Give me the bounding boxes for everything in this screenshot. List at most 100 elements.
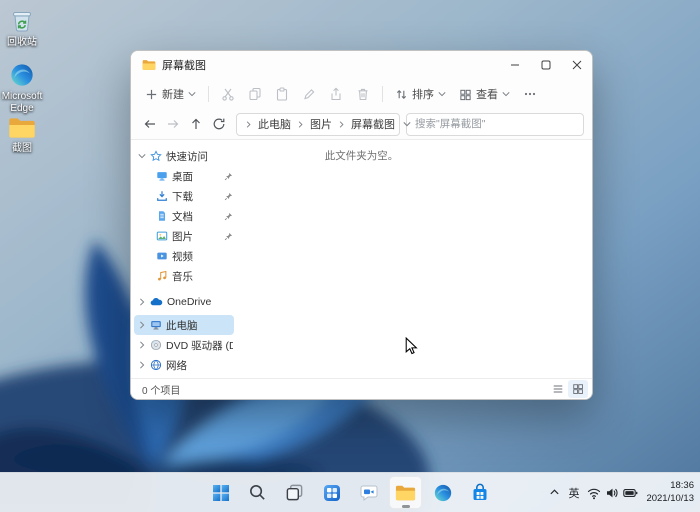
desktop-icon-label: Microsoft Edge [0, 91, 50, 114]
videos-icon [156, 250, 168, 262]
sidebar-item-documents[interactable]: 文档 [131, 206, 237, 226]
forward-arrow-icon [166, 117, 180, 131]
quick-settings-button[interactable] [587, 486, 638, 500]
cut-button[interactable] [215, 82, 241, 106]
address-dropdown-icon[interactable] [403, 120, 411, 128]
sidebar-item-quick-access[interactable]: 快速访问 [131, 146, 237, 166]
copy-button[interactable] [242, 82, 268, 106]
forward-button[interactable] [162, 113, 184, 135]
chevron-expanded-icon[interactable] [138, 152, 146, 160]
back-button[interactable] [139, 113, 161, 135]
language-indicator[interactable]: 英 [568, 485, 579, 501]
desktop-icon-recycle-bin[interactable]: 回收站 [0, 6, 50, 49]
view-button[interactable]: 查看 [453, 82, 516, 106]
breadcrumb-this-pc[interactable]: 此电脑 [254, 116, 295, 132]
rename-button[interactable] [296, 82, 322, 106]
breadcrumb-chevron-icon[interactable] [245, 121, 252, 128]
file-explorer-button[interactable] [389, 476, 422, 509]
sidebar-item-videos[interactable]: 视频 [131, 246, 237, 266]
toolbar-separator [382, 86, 383, 102]
sort-button-label: 排序 [412, 86, 434, 102]
refresh-button[interactable] [208, 113, 230, 135]
copy-icon [248, 87, 262, 101]
sidebar-item-label: 文档 [172, 209, 193, 224]
sidebar-item-label: OneDrive [167, 296, 211, 308]
delete-button[interactable] [350, 82, 376, 106]
sidebar-item-label: 音乐 [172, 269, 193, 284]
breadcrumb-screenshots[interactable]: 屏幕截图 [347, 116, 399, 132]
task-view-icon [285, 483, 304, 502]
up-button[interactable] [185, 113, 207, 135]
breadcrumb-pictures[interactable]: 图片 [306, 116, 336, 132]
share-icon [329, 87, 343, 101]
sidebar-item-music[interactable]: 音乐 [131, 266, 237, 286]
minimize-icon [510, 60, 520, 70]
desktop-icon-label: 截图 [12, 143, 32, 155]
sidebar-item-network[interactable]: 网络 [131, 355, 237, 375]
sidebar-item-pictures[interactable]: 图片 [131, 226, 237, 246]
volume-icon [605, 486, 619, 500]
breadcrumb-chevron-icon[interactable] [297, 121, 304, 128]
onedrive-cloud-icon [150, 297, 163, 307]
status-bar: 0 个项目 [131, 378, 592, 399]
chat-button[interactable] [352, 476, 385, 509]
maximize-button[interactable] [530, 51, 561, 79]
sidebar-item-dvd-drive[interactable]: DVD 驱动器 (D:) C [131, 335, 237, 355]
pin-icon [224, 192, 233, 201]
chevron-down-icon [438, 90, 446, 98]
sidebar-item-label: DVD 驱动器 (D:) C [166, 338, 233, 353]
desktop-icon-edge[interactable]: Microsoft Edge [0, 62, 50, 114]
search-input[interactable] [406, 113, 584, 136]
downloads-icon [156, 190, 168, 202]
pin-icon [224, 232, 233, 241]
breadcrumb-chevron-icon[interactable] [338, 121, 345, 128]
taskbar-search-button[interactable] [241, 476, 274, 509]
chevron-collapsed-icon[interactable] [138, 341, 146, 349]
folder-content-area[interactable] [237, 140, 592, 378]
sort-button[interactable]: 排序 [389, 82, 452, 106]
quick-access-star-icon [150, 150, 162, 162]
window-body: 快速访问 桌面 下载 文档 [131, 140, 592, 378]
wifi-icon [587, 486, 601, 500]
windows-logo-icon [211, 483, 231, 503]
window-titlebar[interactable]: 屏幕截图 [131, 51, 592, 79]
documents-icon [156, 210, 168, 222]
pictures-icon [156, 230, 168, 242]
chevron-collapsed-icon[interactable] [138, 298, 146, 306]
address-bar[interactable]: 此电脑 图片 屏幕截图 [236, 113, 400, 136]
widgets-button[interactable] [315, 476, 348, 509]
close-button[interactable] [561, 51, 592, 79]
this-pc-icon [150, 319, 162, 331]
chat-icon [359, 483, 379, 503]
store-button[interactable] [463, 476, 496, 509]
sidebar-item-label: 网络 [166, 358, 187, 373]
plus-icon [145, 88, 158, 101]
edge-button[interactable] [426, 476, 459, 509]
sidebar-item-downloads[interactable]: 下载 [131, 186, 237, 206]
widgets-icon [322, 483, 342, 503]
taskbar-app-icons [204, 476, 496, 509]
clock[interactable]: 18:36 2021/10/13 [646, 480, 694, 505]
paste-icon [275, 87, 289, 101]
network-icon [150, 359, 162, 371]
maximize-icon [541, 60, 551, 70]
share-button[interactable] [323, 82, 349, 106]
desktop-icon-folder[interactable]: 截图 [0, 116, 50, 155]
chevron-collapsed-icon[interactable] [138, 361, 146, 369]
sidebar-item-onedrive[interactable]: OneDrive [131, 292, 237, 312]
more-options-button[interactable] [517, 82, 543, 106]
details-view-toggle[interactable] [548, 380, 568, 398]
start-button[interactable] [204, 476, 237, 509]
minimize-button[interactable] [499, 51, 530, 79]
sidebar-item-this-pc[interactable]: 此电脑 [134, 315, 234, 335]
sidebar-item-desktop[interactable]: 桌面 [131, 166, 237, 186]
refresh-icon [212, 117, 226, 131]
thumbnail-view-icon [572, 383, 584, 395]
task-view-button[interactable] [278, 476, 311, 509]
paste-button[interactable] [269, 82, 295, 106]
search-icon [248, 483, 267, 502]
new-button[interactable]: 新建 [139, 82, 202, 106]
chevron-collapsed-icon[interactable] [138, 321, 146, 329]
thumbnail-view-toggle[interactable] [568, 380, 588, 398]
hidden-icons-button[interactable] [549, 487, 560, 498]
